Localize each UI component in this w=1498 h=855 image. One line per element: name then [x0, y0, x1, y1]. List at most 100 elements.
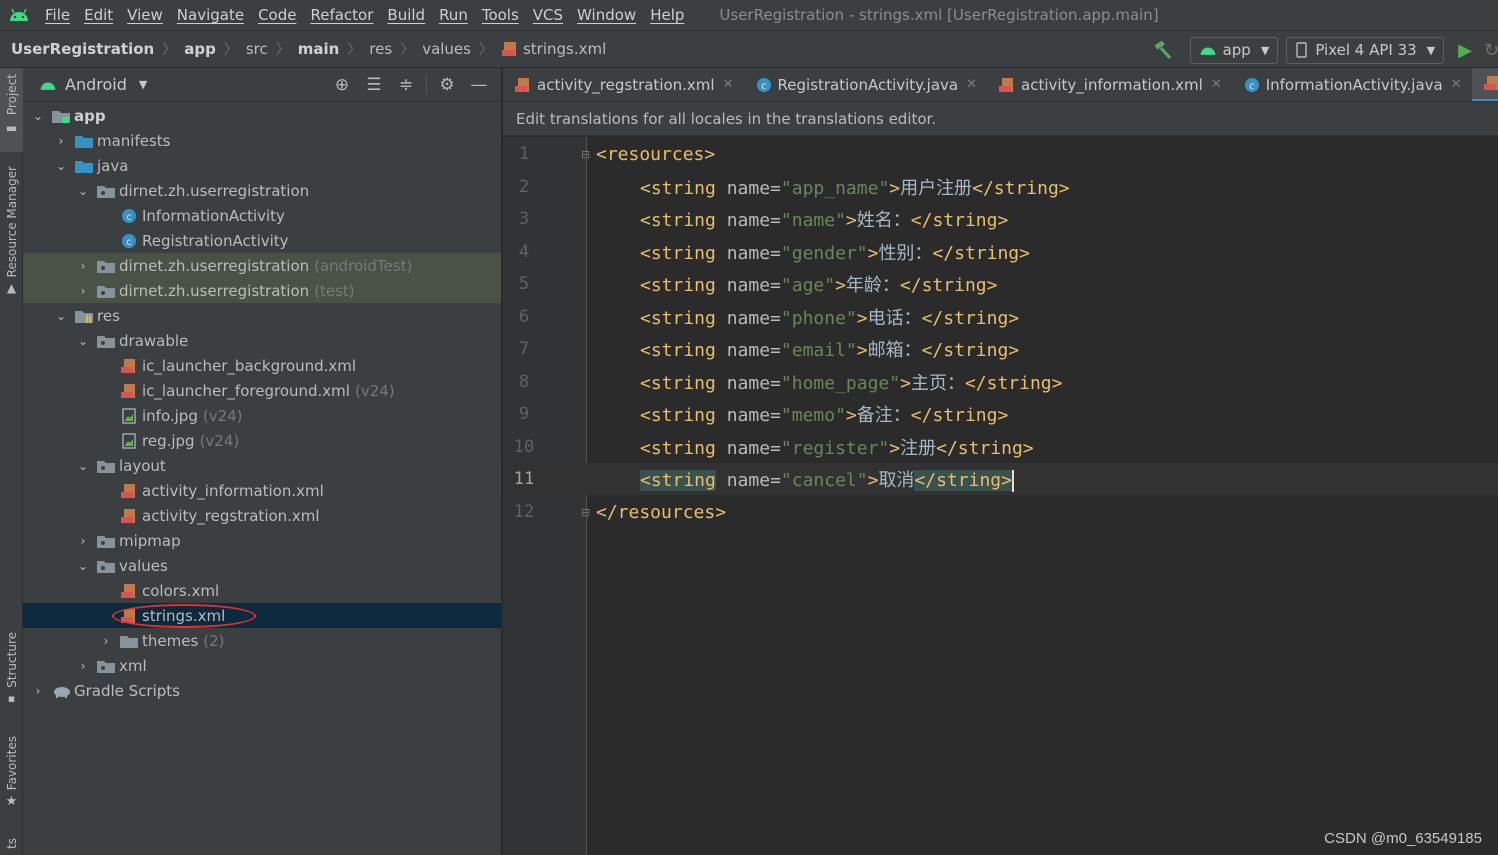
close-icon[interactable]: ✕: [723, 77, 734, 92]
minimize-icon[interactable]: —: [463, 75, 495, 95]
expand-all-icon[interactable]: ☰: [358, 75, 390, 95]
menu-build[interactable]: Build: [380, 6, 432, 24]
fold-marker-icon[interactable]: ⊟: [581, 506, 590, 519]
tree-node-xml[interactable]: › xml: [23, 653, 501, 678]
chevron-down-icon[interactable]: ⌄: [53, 309, 69, 323]
code-line[interactable]: 10 <string name="register">注册</string>: [503, 431, 1498, 463]
tree-node-res[interactable]: ⌄ res: [23, 303, 501, 328]
tree-node-ic-launcher-foreground[interactable]: ic_launcher_foreground.xml (v24): [23, 378, 501, 403]
locate-target-icon[interactable]: ⊕: [326, 75, 358, 95]
tree-node-mipmap[interactable]: › mipmap: [23, 528, 501, 553]
code-line[interactable]: 3 <string name="name">姓名：</string>: [503, 203, 1498, 235]
tree-node-themes[interactable]: › themes (2): [23, 628, 501, 653]
resource-manager-tab[interactable]: Resource Manager ▲: [0, 166, 23, 316]
tree-node-app[interactable]: ⌄ app: [23, 103, 501, 128]
chevron-right-icon[interactable]: ›: [75, 259, 91, 273]
tree-node-registration-activity[interactable]: c RegistrationActivity: [23, 228, 501, 253]
menu-vcs[interactable]: VCS: [526, 6, 570, 24]
chevron-down-icon[interactable]: ⌄: [75, 184, 91, 198]
tree-node-layout[interactable]: ⌄ layout: [23, 453, 501, 478]
apply-changes-icon[interactable]: ↻: [1484, 40, 1498, 61]
code-line[interactable]: 9 <string name="memo">备注：</string>: [503, 398, 1498, 430]
device-select[interactable]: Pixel 4 API 33 ▼: [1286, 36, 1445, 64]
tab-strings-xml[interactable]: str: [1471, 68, 1498, 101]
code-line[interactable]: 6 <string name="phone">电话：</string>: [503, 301, 1498, 333]
menu-edit[interactable]: Edit: [77, 6, 120, 24]
xml-tag: <string: [640, 308, 716, 329]
tree-node-strings-xml[interactable]: strings.xml: [23, 603, 501, 628]
code-line[interactable]: 5 <string name="age">年龄：</string>: [503, 268, 1498, 300]
breadcrumb-module[interactable]: app: [184, 40, 216, 58]
menu-help[interactable]: Help: [643, 6, 691, 24]
build-hammer-icon[interactable]: [1152, 39, 1174, 61]
chevron-down-icon[interactable]: ⌄: [75, 334, 91, 348]
tree-node-activity-information[interactable]: activity_information.xml: [23, 478, 501, 503]
close-icon[interactable]: ✕: [1451, 77, 1462, 92]
breadcrumb-res[interactable]: res: [369, 40, 392, 58]
chevron-right-icon[interactable]: ›: [98, 634, 114, 648]
code-line[interactable]: 12 ⊟ </resources>: [503, 496, 1498, 528]
breadcrumb-project[interactable]: UserRegistration: [11, 40, 154, 58]
gear-icon[interactable]: ⚙: [431, 75, 463, 95]
chevron-down-icon[interactable]: ⌄: [75, 559, 91, 573]
tree-node-info-jpg[interactable]: info.jpg (v24): [23, 403, 501, 428]
tree-node-reg-jpg[interactable]: reg.jpg (v24): [23, 428, 501, 453]
tree-node-drawable[interactable]: ⌄ drawable: [23, 328, 501, 353]
code-editor[interactable]: 1 ⊟ <resources> 2 <string name="app_name…: [503, 137, 1498, 855]
chevron-down-icon[interactable]: ⌄: [30, 109, 46, 123]
tree-node-activity-regstration[interactable]: activity_regstration.xml: [23, 503, 501, 528]
tab-information-activity[interactable]: c InformationActivity.java ✕: [1232, 68, 1472, 101]
menu-navigate[interactable]: Navigate: [170, 6, 251, 24]
fold-marker-icon[interactable]: ⊟: [581, 148, 590, 161]
tree-node-java[interactable]: ⌄ java: [23, 153, 501, 178]
run-play-icon[interactable]: ▶: [1458, 40, 1472, 61]
menu-tools[interactable]: Tools: [475, 6, 526, 24]
tree-node-android-test-package[interactable]: › dirnet.zh.userregistration (androidTes…: [23, 253, 501, 278]
code-line[interactable]: 1 ⊟ <resources>: [503, 138, 1498, 170]
breadcrumb-src[interactable]: src: [246, 40, 268, 58]
chevron-right-icon[interactable]: ›: [53, 134, 69, 148]
close-icon[interactable]: ✕: [966, 77, 977, 92]
breadcrumb-values[interactable]: values: [422, 40, 471, 58]
project-tool-tab[interactable]: Project ▬: [0, 68, 23, 152]
chevron-right-icon[interactable]: ›: [75, 534, 91, 548]
chevron-right-icon[interactable]: ›: [75, 659, 91, 673]
tree-node-test-package[interactable]: › dirnet.zh.userregistration (test): [23, 278, 501, 303]
code-line-current[interactable]: 11 <string name="cancel">取消</string>: [503, 463, 1498, 495]
chevron-right-icon[interactable]: ›: [75, 284, 91, 298]
menu-view[interactable]: View: [120, 6, 170, 24]
translations-editor-banner[interactable]: Edit translations for all locales in the…: [503, 102, 1498, 136]
code-line[interactable]: 7 <string name="email">邮箱：</string>: [503, 333, 1498, 365]
tree-node-package[interactable]: ⌄ dirnet.zh.userregistration: [23, 178, 501, 203]
menu-window[interactable]: Window: [570, 6, 643, 24]
bottom-tool-tab[interactable]: ts: [0, 838, 23, 855]
menu-code[interactable]: Code: [251, 6, 303, 24]
run-configuration-select[interactable]: app ▼: [1189, 36, 1279, 64]
tree-node-ic-launcher-background[interactable]: ic_launcher_background.xml: [23, 353, 501, 378]
tab-registration-activity[interactable]: c RegistrationActivity.java ✕: [744, 68, 988, 101]
tree-node-information-activity[interactable]: c InformationActivity: [23, 203, 501, 228]
breadcrumb-main[interactable]: main: [298, 40, 340, 58]
collapse-all-icon[interactable]: ≑: [390, 75, 422, 95]
code-line[interactable]: 2 <string name="app_name">用户注册</string>: [503, 171, 1498, 203]
tree-node-gradle-scripts[interactable]: › Gradle Scripts: [23, 678, 501, 703]
menu-refactor[interactable]: Refactor: [303, 6, 380, 24]
code-line[interactable]: 8 <string name="home_page">主页：</string>: [503, 366, 1498, 398]
chevron-down-icon[interactable]: ▼: [139, 78, 147, 91]
tab-activity-information[interactable]: activity_information.xml ✕: [987, 68, 1232, 101]
breadcrumb-file[interactable]: strings.xml: [523, 40, 606, 58]
chevron-down-icon[interactable]: ⌄: [53, 159, 69, 173]
favorites-tab[interactable]: Favorites ★: [0, 736, 23, 820]
menu-file[interactable]: File: [38, 6, 77, 24]
tree-node-colors-xml[interactable]: colors.xml: [23, 578, 501, 603]
structure-tab[interactable]: Structure ▪: [0, 632, 23, 714]
close-icon[interactable]: ✕: [1211, 77, 1222, 92]
project-view-select[interactable]: Android: [65, 75, 127, 94]
tree-node-manifests[interactable]: › manifests: [23, 128, 501, 153]
tab-activity-regstration[interactable]: activity_regstration.xml ✕: [503, 68, 744, 101]
code-line[interactable]: 4 <string name="gender">性别：</string>: [503, 236, 1498, 268]
chevron-right-icon[interactable]: ›: [30, 684, 46, 698]
chevron-down-icon[interactable]: ⌄: [75, 459, 91, 473]
tree-node-values[interactable]: ⌄ values: [23, 553, 501, 578]
menu-run[interactable]: Run: [432, 6, 475, 24]
